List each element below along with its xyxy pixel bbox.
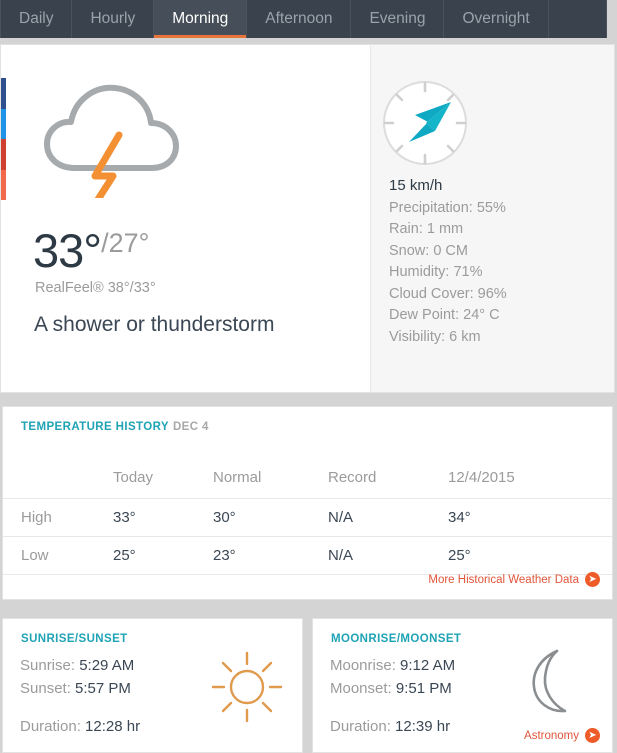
- more-historical-link-label: More Historical Weather Data: [428, 573, 579, 586]
- low-normal: 23°: [213, 546, 236, 564]
- row-label-low: Low: [21, 546, 49, 564]
- high-normal: 30°: [213, 508, 236, 526]
- tab-hourly[interactable]: Hourly: [72, 0, 155, 38]
- color-strip-segment-4: [1, 169, 6, 200]
- moon-duration-row: Duration: 12:39 hr: [330, 718, 450, 735]
- moon-crescent-icon: [532, 649, 567, 713]
- astronomy-link-label: Astronomy: [524, 729, 579, 742]
- table-header-row: Today Normal Record 12/4/2015: [3, 458, 612, 498]
- sunrise-value: 5:29 AM: [79, 657, 135, 674]
- sun-duration-row: Duration: 12:28 hr: [20, 718, 140, 735]
- history-title-date: DEC 4: [172, 421, 209, 433]
- history-title-main: TEMPERATURE HISTORY: [21, 421, 169, 433]
- temperature-low: /27°: [101, 228, 150, 258]
- moonrise-row: Moonrise: 9:12 AM: [330, 654, 455, 677]
- forecast-tab-bar: Daily Hourly Morning Afternoon Evening O…: [0, 0, 607, 38]
- sun-duration-value: 12:28 hr: [85, 718, 141, 735]
- column-header-today: Today: [113, 469, 154, 487]
- sunset-label: Sunset:: [20, 680, 71, 697]
- detail-precipitation: Precipitation: 55%: [389, 199, 506, 216]
- moonrise-moonset-card: MOONRISE/MOONSET Moonrise: 9:12 AM Moons…: [312, 618, 613, 753]
- moonrise-moonset-title: MOONRISE/MOONSET: [331, 633, 462, 645]
- tab-afternoon[interactable]: Afternoon: [247, 0, 352, 38]
- tab-overnight[interactable]: Overnight: [444, 0, 549, 38]
- current-conditions-card: 33° /27° RealFeel® 38°/33° A shower or t…: [0, 44, 615, 393]
- temperature-color-strip: [1, 78, 6, 200]
- moonset-label: Moonset:: [330, 680, 392, 697]
- arrow-right-icon: ➤: [585, 728, 600, 743]
- high-past: 34°: [448, 508, 471, 526]
- high-today: 33°: [113, 508, 136, 526]
- more-historical-weather-data-link[interactable]: More Historical Weather Data ➤: [428, 572, 600, 587]
- table-row: Low 25° 23° N/A 25°: [3, 536, 612, 574]
- sunrise-row: Sunrise: 5:29 AM: [20, 654, 134, 677]
- column-header-past: 12/4/2015: [448, 469, 515, 487]
- color-strip-segment-2: [1, 108, 6, 139]
- realfeel-text: RealFeel® 38°/33°: [35, 280, 156, 296]
- temperature-history-card: TEMPERATURE HISTORY DEC 4 Today Normal Re…: [2, 406, 613, 600]
- detail-snow: Snow: 0 CM: [389, 242, 468, 259]
- moonset-value: 9:51 PM: [395, 680, 452, 697]
- moonrise-label: Moonrise:: [330, 657, 396, 674]
- sunrise-sunset-times: Sunrise: 5:29 AM Sunset: 5:57 PM: [20, 654, 134, 700]
- column-header-blank: [3, 458, 113, 498]
- temperature-display: 33° /27°: [33, 227, 149, 274]
- arrow-right-icon: ➤: [585, 572, 600, 587]
- sunset-value: 5:57 PM: [75, 680, 131, 697]
- moonrise-value: 9:12 AM: [400, 657, 456, 674]
- color-strip-segment-3: [1, 139, 6, 170]
- sun-icon: [211, 651, 283, 723]
- high-record: N/A: [328, 508, 354, 526]
- sunrise-sunset-card: SUNRISE/SUNSET Sunrise: 5:29 AM Sunset: …: [2, 618, 303, 753]
- wind-speed: 15 km/h: [389, 177, 443, 194]
- detail-humidity: Humidity: 71%: [389, 264, 483, 280]
- temperature-history-table: Today Normal Record 12/4/2015 High 33° 3…: [3, 458, 612, 575]
- sun-duration-label: Duration:: [20, 718, 81, 735]
- sunset-row: Sunset: 5:57 PM: [20, 677, 134, 700]
- column-header-normal: Normal: [213, 469, 262, 487]
- detail-dew-point: Dew Point: 24° C: [389, 307, 500, 323]
- temperature-history-title: TEMPERATURE HISTORY DEC 4: [21, 421, 209, 433]
- detail-visibility: Visibility: 6 km: [389, 328, 481, 345]
- moonset-row: Moonset: 9:51 PM: [330, 677, 455, 700]
- row-label-high: High: [21, 508, 52, 526]
- wind-direction-compass-icon: [383, 81, 467, 165]
- weather-details-list: 15 km/h Precipitation: 55% Rain: 1 mm Sn…: [389, 175, 507, 348]
- low-today: 25°: [113, 546, 136, 564]
- table-row: High 33° 30° N/A 34°: [3, 498, 612, 536]
- sunrise-sunset-title: SUNRISE/SUNSET: [21, 633, 128, 645]
- current-conditions-left: 33° /27° RealFeel® 38°/33° A shower or t…: [1, 45, 371, 392]
- astronomy-link[interactable]: Astronomy ➤: [524, 728, 600, 743]
- column-header-record: Record: [328, 469, 377, 487]
- low-record: N/A: [328, 546, 354, 564]
- detail-cloud-cover: Cloud Cover: 96%: [389, 285, 507, 302]
- tab-bar-filler: [549, 0, 607, 38]
- tab-evening[interactable]: Evening: [351, 0, 445, 38]
- sunrise-label: Sunrise:: [20, 657, 76, 674]
- current-conditions-details: 15 km/h Precipitation: 55% Rain: 1 mm Sn…: [371, 45, 614, 392]
- moonrise-moonset-times: Moonrise: 9:12 AM Moonset: 9:51 PM: [330, 654, 455, 700]
- detail-rain: Rain: 1 mm: [389, 221, 464, 237]
- tab-morning[interactable]: Morning: [154, 0, 248, 38]
- temperature-high: 33°: [33, 224, 102, 277]
- weather-phrase: A shower or thunderstorm: [34, 313, 275, 336]
- tab-daily[interactable]: Daily: [0, 0, 73, 38]
- color-strip-segment-1: [1, 78, 6, 109]
- moon-duration-label: Duration:: [330, 718, 391, 735]
- moon-duration-value: 12:39 hr: [395, 718, 451, 735]
- low-past: 25°: [448, 546, 471, 564]
- thunderstorm-cloud-icon: [44, 84, 179, 198]
